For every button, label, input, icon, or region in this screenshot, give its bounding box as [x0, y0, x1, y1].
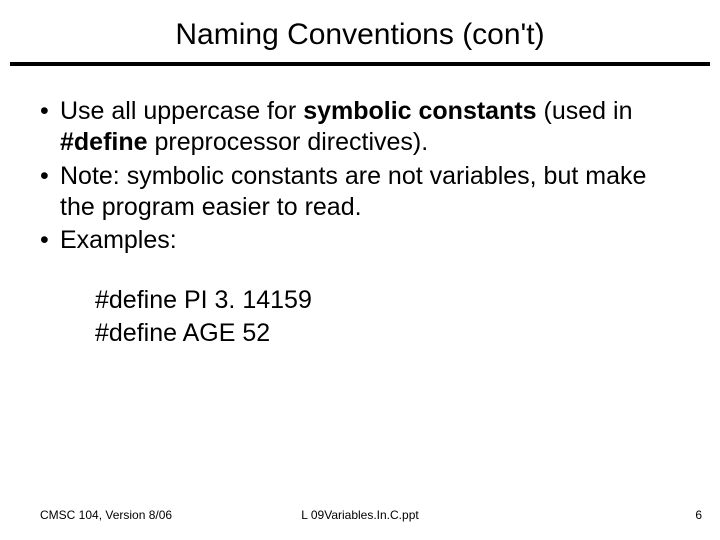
slide-title: Naming Conventions (con't)	[0, 0, 720, 62]
bullet-item: • Examples:	[40, 225, 680, 256]
slide-content: • Use all uppercase for symbolic constan…	[0, 66, 720, 349]
bullet-item: • Use all uppercase for symbolic constan…	[40, 96, 680, 159]
text-bold: #define	[60, 128, 148, 156]
bullet-mark: •	[40, 96, 60, 159]
bullet-mark: •	[40, 225, 60, 256]
bullet-text: Note: symbolic constants are not variabl…	[60, 161, 680, 224]
footer-center: L 09Variables.In.C.ppt	[0, 508, 720, 522]
text-run: Use all uppercase for	[60, 97, 303, 125]
bullet-text: Use all uppercase for symbolic constants…	[60, 96, 680, 159]
text-run: (used in	[537, 97, 633, 125]
bullet-text: Examples:	[60, 225, 680, 256]
bullet-item: • Note: symbolic constants are not varia…	[40, 161, 680, 224]
examples-block: #define PI 3. 14159 #define AGE 52	[95, 284, 680, 349]
bullet-mark: •	[40, 161, 60, 224]
text-bold: symbolic constants	[303, 97, 536, 125]
example-line: #define PI 3. 14159	[95, 284, 680, 317]
example-line: #define AGE 52	[95, 317, 680, 350]
footer-page-number: 6	[695, 508, 702, 522]
text-run: preprocessor directives).	[148, 128, 429, 156]
slide: Naming Conventions (con't) • Use all upp…	[0, 0, 720, 540]
